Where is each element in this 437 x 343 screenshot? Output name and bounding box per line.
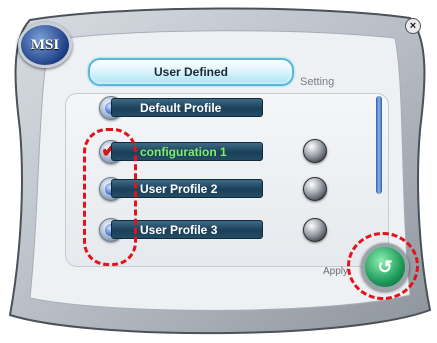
logo-text: MSI (30, 36, 60, 53)
profile-label: User Profile 3 (140, 222, 218, 237)
mode-selector[interactable]: User Defined (88, 58, 294, 86)
mode-value: User Defined (153, 65, 229, 79)
close-button[interactable]: × (405, 18, 421, 34)
radio-highlight-annotation (83, 128, 137, 266)
scrollbar[interactable] (376, 96, 382, 194)
profile-row-default[interactable]: Default Profile (99, 96, 269, 120)
profile-label: Default Profile (140, 100, 222, 115)
close-icon: × (409, 19, 417, 32)
msi-logo: MSI (18, 22, 72, 68)
profile-label-bar[interactable]: Default Profile (111, 98, 263, 117)
profile-settings-knob[interactable] (303, 218, 327, 242)
setting-label: Setting (300, 76, 335, 88)
profile-label: User Profile 2 (140, 181, 218, 196)
apply-highlight-annotation (347, 232, 419, 300)
apply-label: Apply (323, 266, 349, 277)
profile-settings-knob[interactable] (303, 177, 327, 201)
profile-label: configuration 1 (140, 144, 227, 159)
profile-settings-knob[interactable] (303, 139, 327, 163)
